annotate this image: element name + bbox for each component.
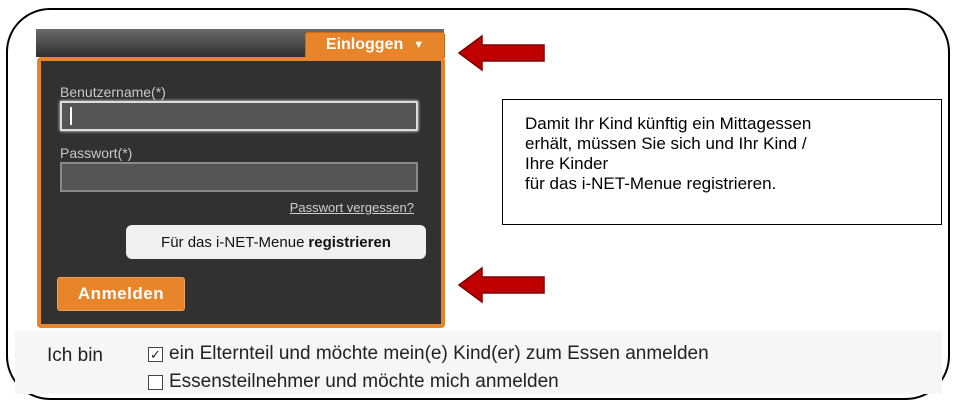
text-cursor [70,107,72,125]
note-line: für das i-NET-Menue registrieren. [525,174,777,193]
chevron-down-icon: ▼ [413,39,425,51]
forgot-password-link[interactable]: Passwort vergessen? [290,200,414,215]
login-tab-label: Einloggen [325,36,404,53]
register-button-bold: registrieren [308,233,391,251]
role-option-label: ein Elternteil und möchte mein(e) Kind(e… [169,343,709,364]
role-option-participant[interactable]: Essensteilnehmer und möchte mich anmelde… [148,371,559,393]
password-label: Passwort(*) [60,145,133,161]
register-button-text: Für das i-NET-Menue [161,233,305,251]
username-label: Benutzername(*) [60,84,166,100]
note-line: Ihre Kinder [525,154,609,173]
role-option-label: Essensteilnehmer und möchte mich anmelde… [169,371,559,392]
arrow-left-icon [458,34,545,72]
login-button[interactable]: Anmelden [57,277,185,311]
instruction-note: Damit Ihr Kind künftig ein Mittagessen e… [502,99,942,225]
password-field[interactable] [60,162,418,192]
note-line: Damit Ihr Kind künftig ein Mittagessen [525,114,812,133]
checkbox-checked[interactable]: ✓ [148,346,163,362]
role-prefix-label: Ich bin [47,345,103,366]
login-panel: Benutzername(*) Passwort(*) Passwort ver… [37,57,445,328]
username-field[interactable] [60,101,418,131]
checkbox-unchecked[interactable] [148,374,163,390]
login-dropdown-tab[interactable]: Einloggen ▼ [305,32,445,58]
note-line: erhält, müssen Sie sich und Ihr Kind / [525,134,807,153]
register-button[interactable]: Für das i-NET-Menue registrieren [126,225,426,259]
arrow-left-icon [458,266,545,304]
role-option-parent[interactable]: ✓ ein Elternteil und möchte mein(e) Kind… [148,343,709,365]
